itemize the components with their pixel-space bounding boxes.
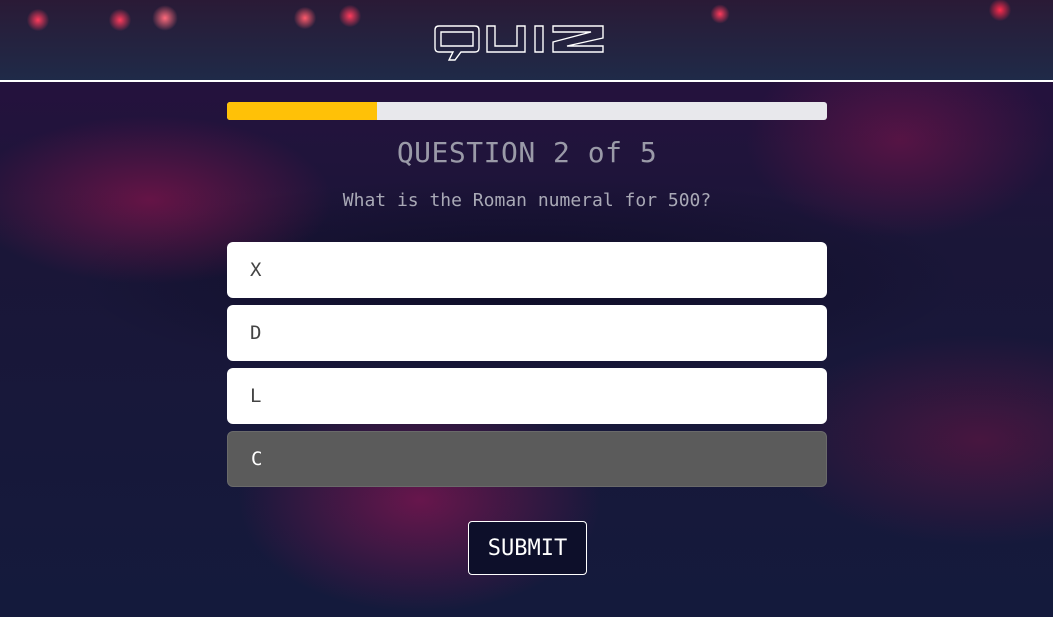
answer-option[interactable]: D	[227, 305, 827, 361]
quiz-logo	[434, 25, 604, 61]
answer-option[interactable]: L	[227, 368, 827, 424]
progress-bar	[227, 102, 827, 120]
question-text: What is the Roman numeral for 500?	[342, 190, 712, 211]
submit-button[interactable]: SUBMIT	[468, 521, 587, 575]
answer-options: X D L C	[227, 242, 827, 494]
question-counter: QUESTION 2 of 5	[396, 136, 658, 169]
header-banner	[0, 0, 1053, 82]
answer-option-selected[interactable]: C	[227, 431, 827, 487]
progress-bar-fill	[227, 102, 377, 120]
answer-option[interactable]: X	[227, 242, 827, 298]
